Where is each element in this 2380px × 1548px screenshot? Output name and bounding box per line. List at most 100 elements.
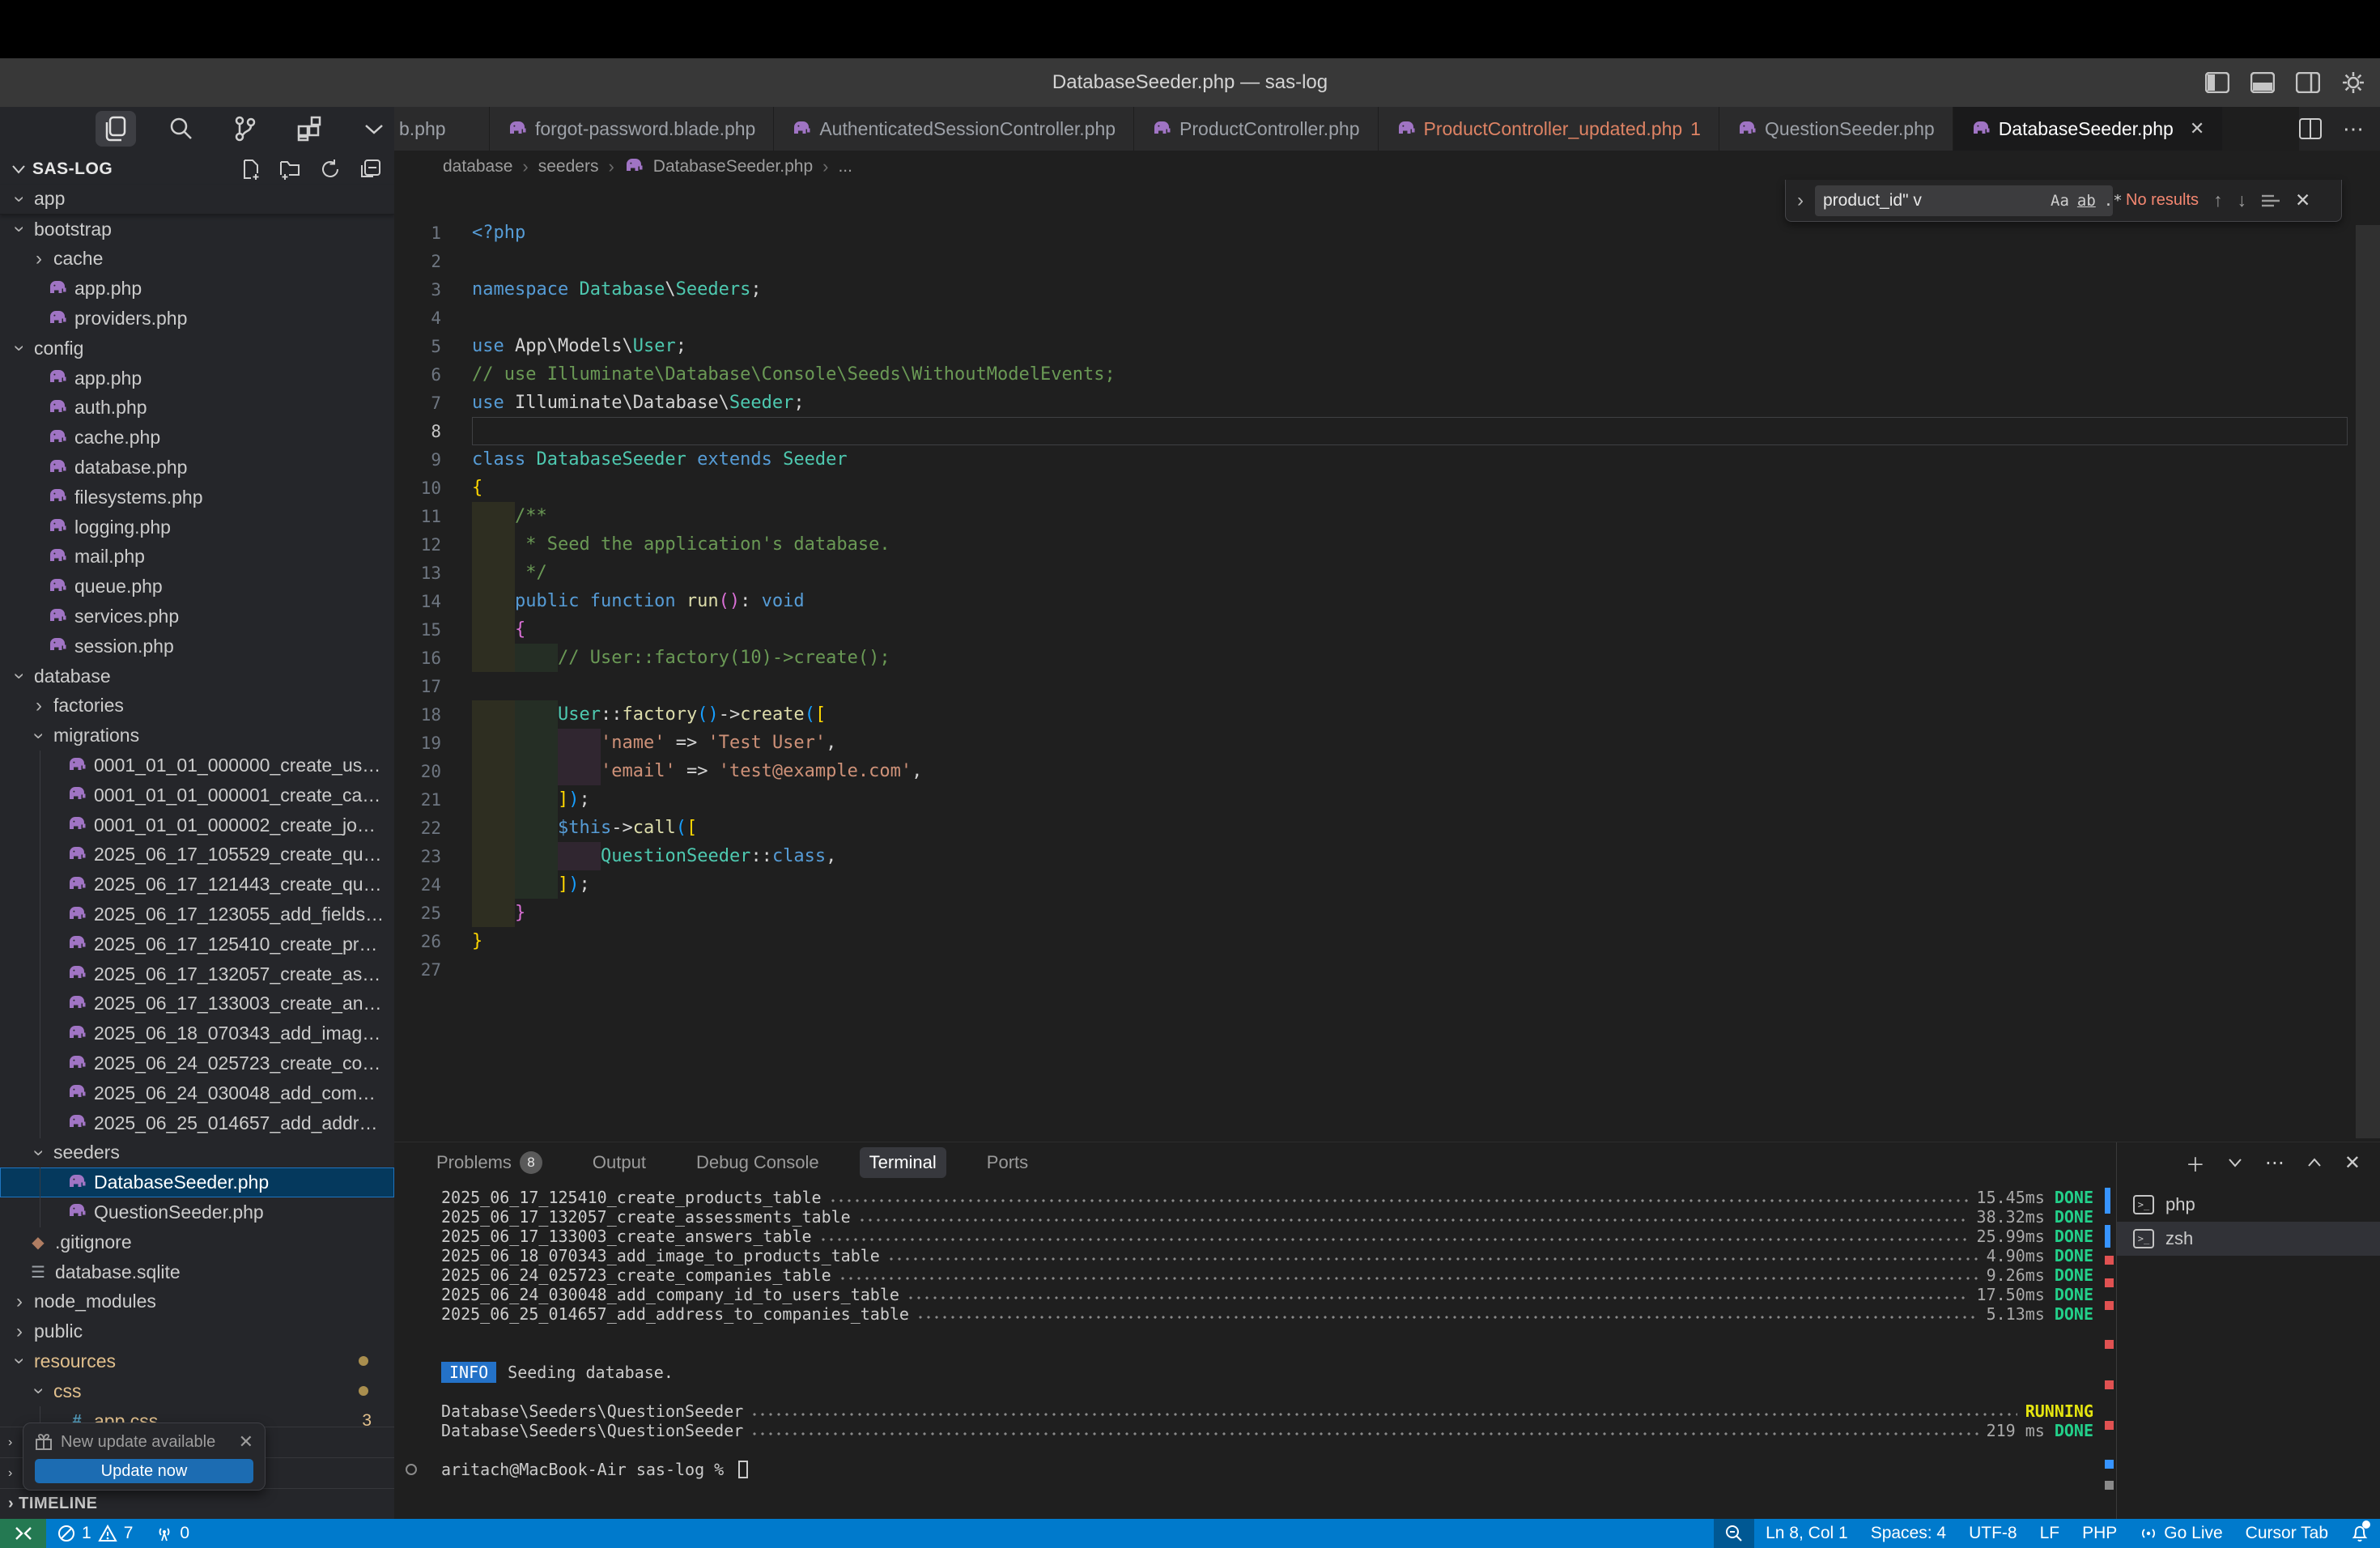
next-match-arrow-icon[interactable]: ↓ [2238, 189, 2247, 211]
tree-folder-css[interactable]: ›css [0, 1376, 394, 1406]
chevron-down-icon[interactable] [11, 164, 26, 174]
cursor-position[interactable]: Ln 8, Col 1 [1754, 1519, 1859, 1548]
problems-status[interactable]: 1 7 [46, 1519, 144, 1548]
close-icon[interactable]: ✕ [2190, 118, 2204, 139]
more-views-chevron-down-icon[interactable] [354, 111, 394, 147]
tree-file-2025-06-17-125410-create-products-[interactable]: 2025_06_17_125410_create_products... [0, 929, 394, 959]
layout-panel-icon[interactable] [2250, 72, 2275, 93]
language-mode[interactable]: PHP [2071, 1519, 2128, 1548]
new-file-icon[interactable] [240, 159, 261, 180]
tab-b-php[interactable]: b.php [394, 107, 490, 151]
sidebar-section-timeline[interactable]: › TIMELINE [0, 1488, 394, 1519]
match-case-icon[interactable]: Aa [2051, 192, 2069, 210]
tree-folder-database[interactable]: ›database [0, 661, 394, 691]
terminal-output[interactable]: 2025_06_17_125410_create_products_table1… [394, 1188, 2105, 1479]
tab-questionseeder-php[interactable]: QuestionSeeder.php [1719, 107, 1953, 151]
tree-file-2025-06-24-030048-add-company-[interactable]: 2025_06_24_030048_add_company_... [0, 1078, 394, 1108]
tree-file--gitignore[interactable]: ◆.gitignore [0, 1227, 394, 1257]
tree-file-session-php[interactable]: session.php [0, 632, 394, 661]
tree-file-auth-php[interactable]: auth.php [0, 393, 394, 423]
panel-tab-debug-console[interactable]: Debug Console [686, 1147, 829, 1178]
tree-file-0001-01-01-000001-create-cache-ta-[interactable]: 0001_01_01_000001_create_cache_ta... [0, 780, 394, 810]
tree-file-queue-php[interactable]: queue.php [0, 572, 394, 602]
extensions-icon[interactable] [289, 111, 329, 147]
tree-folder-cache[interactable]: ›cache [0, 245, 394, 274]
collapse-all-icon[interactable] [359, 159, 381, 180]
new-folder-icon[interactable] [279, 159, 302, 180]
breadcrumb-item[interactable]: seeders [538, 157, 599, 176]
find-in-selection-icon[interactable] [2261, 194, 2280, 208]
tree-folder-config[interactable]: ›config [0, 334, 394, 364]
close-icon[interactable]: ✕ [239, 1431, 253, 1452]
tree-file-2025-06-18-070343-add-image-to-[interactable]: 2025_06_18_070343_add_image_to_... [0, 1019, 394, 1048]
tree-file-cache-php[interactable]: cache.php [0, 423, 394, 453]
tree-folder-node-modules[interactable]: ›node_modules [0, 1286, 394, 1316]
settings-gear-icon[interactable] [2341, 70, 2365, 95]
remote-indicator[interactable] [0, 1519, 46, 1548]
tree-folder-resources[interactable]: ›resources [0, 1346, 394, 1376]
tree-file-2025-06-25-014657-add-address-to-[interactable]: 2025_06_25_014657_add_address_to... [0, 1108, 394, 1138]
terminal-tab-php[interactable]: >_php [2117, 1188, 2380, 1222]
tree-folder-app[interactable]: ›app [0, 185, 394, 215]
indentation-setting[interactable]: Spaces: 4 [1859, 1519, 1957, 1548]
breadcrumb[interactable]: database›seeders›DatabaseSeeder.php›... [394, 151, 2380, 183]
tree-folder-factories[interactable]: ›factories [0, 691, 394, 721]
tab-authenticatedsessioncontroller-php[interactable]: AuthenticatedSessionController.php [774, 107, 1134, 151]
more-editor-actions-icon[interactable]: ⋯ [2343, 117, 2364, 142]
panel-tab-terminal[interactable]: Terminal [860, 1147, 946, 1178]
ports-status[interactable]: 0 [144, 1519, 201, 1548]
eol-setting[interactable]: LF [2029, 1519, 2072, 1548]
panel-tab-output[interactable]: Output [583, 1147, 656, 1178]
panel-tab-problems[interactable]: Problems8 [427, 1146, 552, 1179]
panel-tab-ports[interactable]: Ports [977, 1147, 1038, 1178]
tree-file-services-php[interactable]: services.php [0, 602, 394, 632]
editor-scrollbar[interactable] [2356, 225, 2380, 1138]
tree-folder-migrations[interactable]: ›migrations [0, 721, 394, 751]
tree-file-0001-01-01-000002-create-jobs-tab-[interactable]: 0001_01_01_000002_create_jobs_tab... [0, 810, 394, 840]
breadcrumb-item[interactable]: ... [838, 157, 852, 176]
tree-file-filesystems-php[interactable]: filesystems.php [0, 483, 394, 512]
refresh-icon[interactable] [320, 159, 341, 180]
tree-file-2025-06-17-132057-create-assessme-[interactable]: 2025_06_17_132057_create_assessme... [0, 959, 394, 989]
layout-sidebar-left-icon[interactable] [2205, 72, 2229, 93]
terminal-tab-zsh[interactable]: >_zsh [2117, 1222, 2380, 1256]
split-editor-icon[interactable] [2299, 118, 2322, 139]
tree-file-2025-06-17-123055-add-fields-to-u-[interactable]: 2025_06_17_123055_add_fields_to_u... [0, 899, 394, 929]
tab-databaseseeder-php[interactable]: DatabaseSeeder.php✕ [1953, 107, 2224, 151]
tree-file-mail-php[interactable]: mail.php [0, 542, 394, 572]
source-control-icon[interactable] [225, 111, 266, 147]
tree-folder-seeders[interactable]: ›seeders [0, 1138, 394, 1168]
close-icon[interactable]: ✕ [2295, 189, 2310, 211]
tab-productcontroller-php[interactable]: ProductController.php [1134, 107, 1378, 151]
tree-file-2025-06-17-121443-create-questions-[interactable]: 2025_06_17_121443_create_questions... [0, 870, 394, 899]
terminal-prompt-line[interactable]: aritach@MacBook-Air sas-log % [394, 1460, 2105, 1479]
tree-file-database-sqlite[interactable]: ☰database.sqlite [0, 1257, 394, 1287]
tree-file-database-php[interactable]: database.php [0, 453, 394, 483]
tab-forgot-password-blade-php[interactable]: forgot-password.blade.php [490, 107, 774, 151]
tree-file-databaseseeder-php[interactable]: DatabaseSeeder.php [0, 1167, 394, 1197]
breadcrumb-item[interactable]: database [443, 157, 512, 176]
cursor-tab-status[interactable]: Cursor Tab [2234, 1519, 2340, 1548]
layout-sidebar-right-icon[interactable] [2296, 72, 2320, 93]
encoding-setting[interactable]: UTF-8 [1957, 1519, 2029, 1548]
update-now-button[interactable]: Update now [35, 1459, 253, 1483]
whole-word-icon[interactable]: ab [2077, 192, 2096, 210]
notifications-bell[interactable] [2340, 1519, 2380, 1548]
tree-file-2025-06-17-133003-create-answers-[interactable]: 2025_06_17_133003_create_answers_... [0, 989, 394, 1019]
tree-file-app-php[interactable]: app.php [0, 364, 394, 393]
find-input[interactable] [1823, 191, 2042, 211]
tree-file-questionseeder-php[interactable]: QuestionSeeder.php [0, 1197, 394, 1227]
tree-folder-public[interactable]: ›public [0, 1316, 394, 1346]
tree-file-app-php[interactable]: app.php [0, 274, 394, 304]
tab-productcontroller-updated-php[interactable]: ProductController_updated.php 1 [1379, 107, 1719, 151]
regex-icon[interactable]: .* [2104, 192, 2123, 210]
search-icon[interactable] [160, 111, 201, 147]
tree-file-0001-01-01-000000-create-users-ta-[interactable]: 0001_01_01_000000_create_users_ta... [0, 751, 394, 780]
tree-file-providers-php[interactable]: providers.php [0, 304, 394, 334]
tree-folder-bootstrap[interactable]: ›bootstrap [0, 215, 394, 245]
tree-file-2025-06-24-025723-create-compan-[interactable]: 2025_06_24_025723_create_compan... [0, 1048, 394, 1078]
tree-file-2025-06-17-105529-create-question-[interactable]: 2025_06_17_105529_create_question... [0, 840, 394, 870]
toggle-replace-chevron-icon[interactable]: › [1791, 189, 1810, 212]
explorer-icon[interactable] [96, 111, 136, 147]
breadcrumb-item[interactable]: DatabaseSeeder.php [653, 157, 813, 176]
